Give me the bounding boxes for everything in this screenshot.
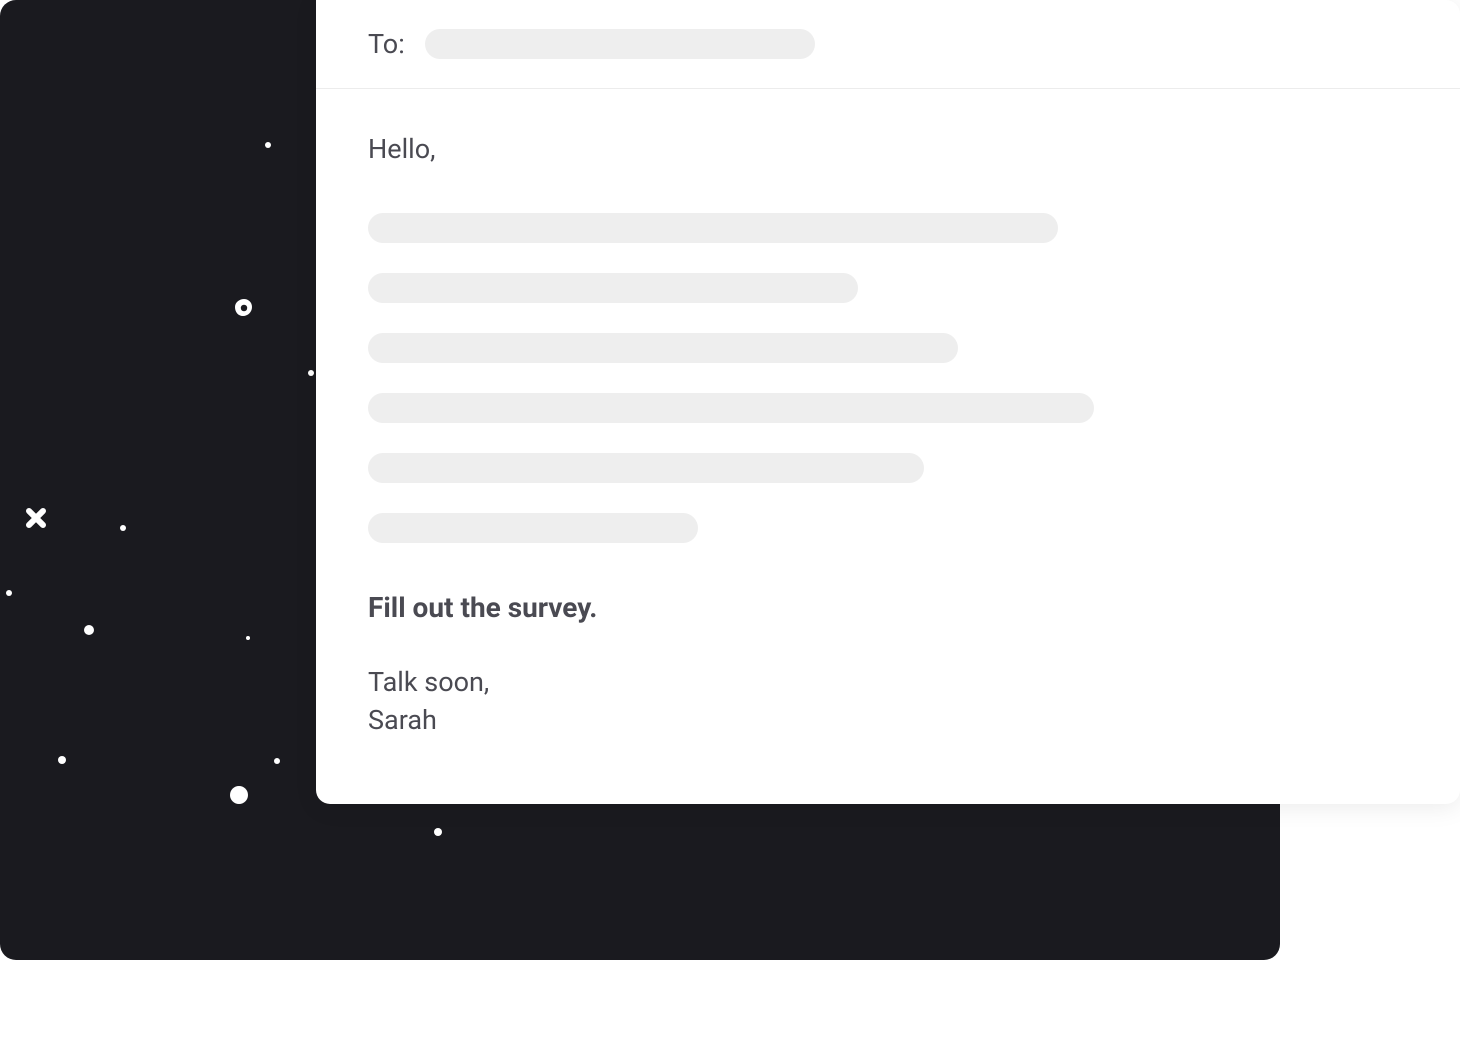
decorative-dot [308, 370, 314, 376]
decorative-dot [120, 525, 126, 531]
decorative-dot [230, 786, 248, 804]
decorative-dot [6, 590, 12, 596]
email-body[interactable]: Hello, Fill out the survey. Talk soon, S… [316, 89, 1460, 772]
to-field-row: To: [316, 0, 1460, 89]
survey-cta-text: Fill out the survey. [368, 591, 597, 624]
greeting-text: Hello, [368, 133, 1408, 165]
signoff-text: Talk soon, [368, 664, 1408, 702]
dark-background-panel: To: Hello, Fill out the survey. Talk soo… [0, 0, 1280, 960]
email-compose-panel: To: Hello, Fill out the survey. Talk soo… [316, 0, 1460, 804]
decorative-dot [58, 756, 66, 764]
body-placeholder-line [368, 273, 858, 303]
signoff-block: Talk soon, Sarah [368, 664, 1408, 740]
decorative-dot [434, 828, 442, 836]
survey-cta-link[interactable]: Fill out the survey. [368, 591, 597, 624]
decorative-dot [84, 625, 94, 635]
body-placeholder-line [368, 453, 924, 483]
to-input-placeholder[interactable] [425, 29, 815, 59]
body-placeholder-line [368, 213, 1058, 243]
body-placeholder-line [368, 513, 698, 543]
decorative-blob-icon [232, 296, 256, 320]
sender-name: Sarah [368, 702, 1408, 740]
decorative-dot [246, 636, 250, 640]
to-label: To: [368, 28, 405, 60]
decorative-x-icon [24, 506, 48, 530]
decorative-dot [265, 142, 271, 148]
decorative-dot [274, 758, 280, 764]
body-placeholder-line [368, 333, 958, 363]
body-placeholder-line [368, 393, 1094, 423]
